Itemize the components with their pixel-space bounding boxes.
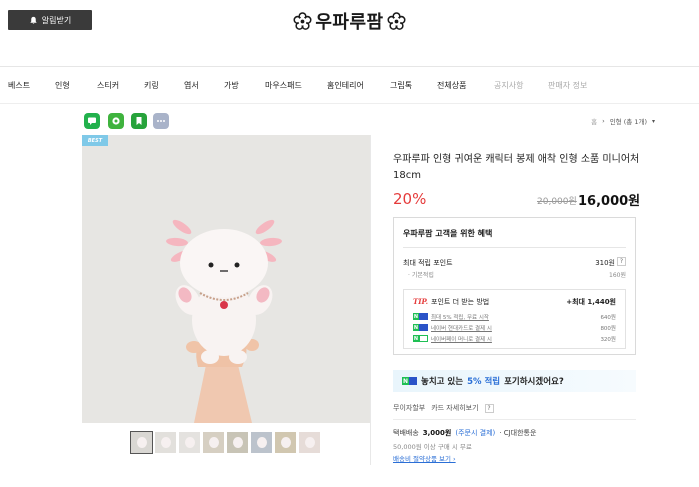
card-help-button[interactable]: ? (484, 403, 494, 413)
shipping-saver-link[interactable]: 배송비 절약상품 보기 › (393, 453, 456, 463)
tip-row-text: 네이버 현대카드로 결제 시 (431, 325, 492, 332)
nav-item-griptok[interactable]: 그립톡 (390, 80, 412, 91)
tip-box: TIP. 포인트 더 받는 방법 +최대 1,440원 N 최대 5% 적립, … (403, 289, 626, 349)
max-point-value: 310원 (595, 259, 615, 267)
nav-item-seller-info[interactable]: 판매자 정보 (548, 80, 587, 91)
share-blog-button[interactable] (131, 113, 147, 129)
thumbnail-1[interactable] (130, 431, 153, 454)
product-page: 알림받기 우파루팜 베스트 인형 스티커 키링 엽서 가방 마우스패드 홈인테리… (0, 0, 699, 487)
breadcrumb-current[interactable]: 인형 (총 1개) (610, 116, 647, 126)
discount-rate: 20% (393, 190, 427, 208)
npay-text-highlight: 5% 적립 (467, 377, 501, 387)
chevron-down-icon[interactable]: ▾ (652, 118, 655, 125)
tip-heading: TIP. 포인트 더 받는 방법 (413, 297, 489, 307)
naver-plus-badge-icon: N (413, 313, 428, 320)
share-talktalk-button[interactable] (84, 113, 100, 129)
nav-item-best[interactable]: 베스트 (8, 80, 30, 91)
tip-row-money[interactable]: N 네이버페이 머니로 결제 시 320원 (413, 334, 616, 343)
thumbnail-4[interactable] (203, 432, 224, 453)
npay-text-post: 포기하시겠어요? (504, 377, 564, 387)
thumbnail-2[interactable] (155, 432, 176, 453)
story-icon (112, 117, 120, 125)
nav-item-notice[interactable]: 공지사항 (494, 80, 523, 91)
naver-plus-badge-icon: N (413, 324, 428, 331)
best-badge: BEST (82, 135, 108, 146)
nav-item-sticker[interactable]: 스티커 (97, 80, 119, 91)
npay-banner[interactable]: N 놓치고 있는 5% 적립 포기하시겠어요? (393, 370, 636, 392)
nav-item-home-interior[interactable]: 홈인테리어 (327, 80, 364, 91)
nav-item-mousepad[interactable]: 마우스패드 (265, 80, 302, 91)
tip-row-value: 800원 (600, 325, 616, 332)
free-shipping-condition: 50,000원 이상 구매 시 무료 (393, 443, 472, 451)
thumbnail-3[interactable] (179, 432, 200, 453)
shipping-cost: 3,000원 (422, 429, 452, 437)
tip-row-value: 320원 (600, 336, 616, 343)
card-detail-link[interactable]: 카드 자세히보기 (431, 403, 478, 413)
nav-item-keyring[interactable]: 키링 (144, 80, 159, 91)
npay-text-pre: 놓치고 있는 (421, 377, 464, 387)
logo-text: 우파루팜 (315, 12, 384, 33)
tip-row-membership[interactable]: N 최대 5% 적립, 무료 시작 640원 (413, 312, 616, 321)
benefit-divider (403, 247, 626, 248)
thumbnail-8[interactable] (299, 432, 320, 453)
tip-label: TIP. (413, 297, 429, 306)
nav-item-bag[interactable]: 가방 (224, 80, 239, 91)
product-title: 우파루파 인형 귀여운 캐릭터 봉제 애착 인형 소품 미니어처 18cm (393, 154, 640, 181)
thumbnail-5[interactable] (227, 432, 248, 453)
breadcrumb-sep: › (602, 117, 605, 125)
product-main-image[interactable]: BEST (82, 135, 370, 423)
share-kakaostory-button[interactable] (108, 113, 124, 129)
breadcrumb: 홈 › 인형 (총 1개) ▾ (591, 116, 655, 126)
shipping-condition: (주문시 결제) (455, 429, 496, 437)
point-help-button[interactable]: ? (617, 257, 626, 266)
tip-row-text: 최대 5% 적립, 무료 시작 (431, 314, 489, 321)
shipping-carrier: · CJ대한통운 (499, 429, 537, 437)
flower-icon (293, 11, 312, 30)
shipping-row: 택배배송 3,000원 (주문시 결제) · CJ대한통운 (393, 428, 536, 438)
benefit-title: 우파루팜 고객을 위한 혜택 (403, 229, 493, 238)
tip-max-value: +최대 1,440원 (566, 298, 616, 306)
nav-item-doll[interactable]: 인형 (55, 80, 70, 91)
installment-label: 무이자할부 (393, 404, 426, 412)
naver-plus-icon: N (402, 377, 417, 385)
store-logo[interactable]: 우파루팜 (0, 8, 699, 34)
benefit-box: 우파루팜 고객을 위한 혜택 최대 적립 포인트 310원 ? · 기본적립 1… (393, 217, 636, 355)
thumbnail-7[interactable] (275, 432, 296, 453)
share-more-button[interactable] (153, 113, 169, 129)
thumbnail-6[interactable] (251, 432, 272, 453)
naver-pay-badge-icon: N (413, 335, 428, 342)
base-point-label: · 기본적립 (408, 272, 434, 279)
tip-row-value: 640원 (600, 314, 616, 321)
nav-divider (0, 103, 699, 104)
chat-bubble-icon (88, 117, 96, 125)
bookmark-icon (136, 117, 142, 125)
nav-item-postcard[interactable]: 엽서 (184, 80, 199, 91)
flower-icon (387, 11, 406, 30)
tip-text: 포인트 더 받는 방법 (431, 298, 490, 306)
thumbnail-strip (130, 431, 320, 454)
sale-price: 16,000원 (578, 194, 641, 209)
max-point-label: 최대 적립 포인트 (403, 259, 453, 267)
base-point-value: 160원 (609, 272, 626, 279)
tip-row-card[interactable]: N 네이버 현대카드로 결제 시 800원 (413, 323, 616, 332)
section-divider (370, 135, 371, 465)
shipping-label: 택배배송 (393, 429, 419, 437)
header-divider (0, 66, 699, 67)
more-dots-icon (157, 120, 165, 122)
tip-row-text: 네이버페이 머니로 결제 시 (431, 336, 492, 343)
installment-row: 무이자할부 카드 자세히보기 ? (393, 403, 494, 413)
nav-item-all-products[interactable]: 전체상품 (437, 80, 466, 91)
axolotl-doll-photo (82, 135, 370, 423)
breadcrumb-home[interactable]: 홈 (591, 116, 597, 126)
original-price: 20,000원 (537, 197, 577, 207)
payment-divider (393, 419, 636, 420)
